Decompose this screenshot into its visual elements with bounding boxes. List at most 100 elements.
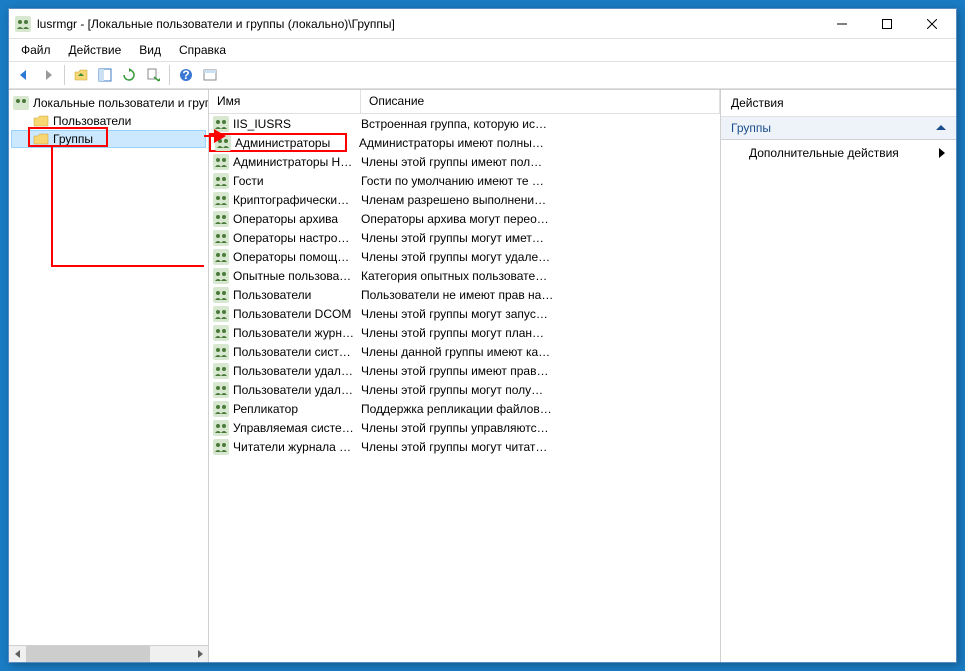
tree-groups[interactable]: Группы [11,130,206,148]
refresh-icon[interactable] [118,64,140,86]
menu-file[interactable]: Файл [13,41,59,59]
titlebar: lusrmgr - [Локальные пользователи и груп… [9,9,956,39]
folder-icon [33,132,49,146]
list-row[interactable]: Опытные пользовате…Категория опытных пол… [209,266,720,285]
list-cell-desc: Члены этой группы имеют прав… [361,364,720,378]
help-icon[interactable]: ? [175,64,197,86]
tree-scrollbar[interactable] [9,645,208,662]
group-icon [213,287,229,303]
list-row[interactable]: Пользователи удале…Члены этой группы мог… [209,380,720,399]
list-cell-name: Читатели журнала с… [233,440,361,454]
scroll-left-icon[interactable] [9,646,26,662]
list-row[interactable]: Операторы помощи …Члены этой группы могу… [209,247,720,266]
group-icon [213,211,229,227]
collapse-icon [936,123,946,133]
actions-header: Действия [721,90,956,117]
tree-users[interactable]: Пользователи [11,112,206,130]
list-row[interactable]: Пользователи систе…Члены данной группы и… [209,342,720,361]
list-cell-name: Пользователи DCOM [233,307,361,321]
list-cell-desc: Гости по умолчанию имеют те … [361,174,720,188]
forward-button[interactable] [37,64,59,86]
window-controls [819,10,954,38]
group-icon [213,382,229,398]
list-cell-desc: Члены этой группы могут запуc… [361,307,720,321]
tree-root[interactable]: Локальные пользователи и группы [11,94,206,112]
toolbar-separator [169,65,170,85]
list-cell-desc: Администраторы имеют полны… [359,136,720,150]
group-icon [213,420,229,436]
list-cell-desc: Члены этой группы могут имет… [361,231,720,245]
group-icon [213,192,229,208]
toolbar-separator [64,65,65,85]
actions-group-heading[interactable]: Группы [721,117,956,140]
list-body: IIS_IUSRSВстроенная группа, которую ис…А… [209,114,720,662]
tree-groups-label: Группы [53,132,93,146]
menu-action[interactable]: Действие [61,41,130,59]
list-cell-name: Криптографические … [233,193,361,207]
scroll-track[interactable] [26,646,191,662]
list-cell-name: Операторы настройк… [233,231,361,245]
window-title: lusrmgr - [Локальные пользователи и груп… [37,17,819,31]
svg-text:?: ? [182,68,189,82]
menu-help[interactable]: Справка [171,41,234,59]
properties-icon[interactable] [199,64,221,86]
list-row[interactable]: Криптографические …Членам разрешено выпо… [209,190,720,209]
list-row[interactable]: Операторы настройк…Члены этой группы мог… [209,228,720,247]
list-cell-name: Операторы помощи … [233,250,361,264]
list-row[interactable]: Пользователи журна…Члены этой группы мог… [209,323,720,342]
group-icon [213,401,229,417]
list-cell-desc: Операторы архива могут перео… [361,212,720,226]
group-icon [213,268,229,284]
list-row[interactable]: Пользователи DCOMЧлены этой группы могут… [209,304,720,323]
annotation-line [51,147,53,267]
close-button[interactable] [909,10,954,38]
list-row[interactable]: Операторы архиваОператоры архива могут п… [209,209,720,228]
scroll-right-icon[interactable] [191,646,208,662]
list-cell-name: Управляемая систем… [233,421,361,435]
app-icon [15,16,31,32]
tree-users-label: Пользователи [53,114,131,128]
export-list-icon[interactable] [142,64,164,86]
maximize-button[interactable] [864,10,909,38]
group-icon [213,439,229,455]
col-name-header[interactable]: Имя [209,90,361,113]
group-icon [213,173,229,189]
list-row[interactable]: ПользователиПользователи не имеют прав н… [209,285,720,304]
list-row[interactable]: ГостиГости по умолчанию имеют те … [209,171,720,190]
folder-icon [33,114,49,128]
list-row[interactable]: Читатели журнала с…Члены этой группы мог… [209,437,720,456]
list-cell-desc: Члены данной группы имеют ка… [361,345,720,359]
list-row[interactable]: Администраторы Hy…Члены этой группы имею… [209,152,720,171]
actions-more[interactable]: Дополнительные действия [721,140,956,166]
list-cell-name: Администраторы Hy… [233,155,361,169]
list-cell-name: Администраторы [235,136,345,150]
minimize-button[interactable] [819,10,864,38]
group-icon [213,344,229,360]
list-cell-name: Пользователи [233,288,361,302]
toolbar: ? [9,61,956,89]
group-icon [213,249,229,265]
list-row[interactable]: Пользователи удале…Члены этой группы име… [209,361,720,380]
col-desc-header[interactable]: Описание [361,90,720,113]
group-icon [213,325,229,341]
list-row[interactable]: Управляемая систем…Члены этой группы упр… [209,418,720,437]
list-cell-desc: Поддержка репликации файлов… [361,402,720,416]
tree-root-label: Локальные пользователи и группы [33,96,209,110]
list-row[interactable]: IIS_IUSRSВстроенная группа, которую ис… [209,114,720,133]
chevron-right-icon [938,148,946,158]
list-row[interactable]: Администраторы Администраторы имеют полны… [209,133,720,152]
menu-view[interactable]: Вид [131,41,169,59]
group-icon [215,135,231,151]
up-folder-icon[interactable] [70,64,92,86]
actions-more-label: Дополнительные действия [749,146,899,160]
scroll-thumb[interactable] [26,646,150,662]
list-cell-desc: Члены этой группы управляютс… [361,421,720,435]
back-button[interactable] [13,64,35,86]
list-cell-desc: Членам разрешено выполнени… [361,193,720,207]
app-window: lusrmgr - [Локальные пользователи и груп… [8,8,957,663]
list-cell-desc: Категория опытных пользовате… [361,269,720,283]
list-row[interactable]: РепликаторПоддержка репликации файлов… [209,399,720,418]
list-panel: Имя Описание IIS_IUSRSВстроенная группа,… [209,90,721,662]
group-icon [213,306,229,322]
show-hide-tree-icon[interactable] [94,64,116,86]
